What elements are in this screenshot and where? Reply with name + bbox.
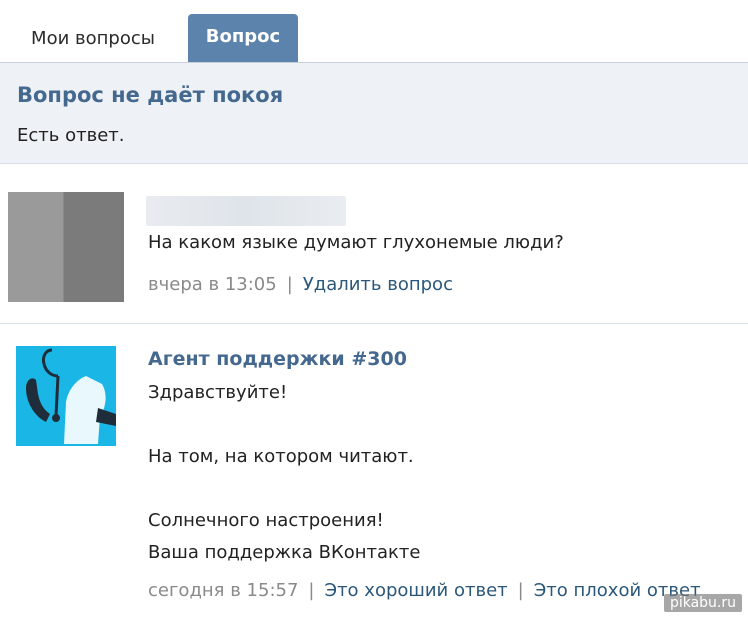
avatar[interactable] [8, 192, 124, 302]
answer-line-body: На том, на котором читают. [148, 446, 414, 467]
answer-line-greeting: Здравствуйте! [148, 382, 288, 403]
tab-bar: Мои вопросы Вопрос [0, 0, 748, 63]
question-message: На каком языке думают глухонемые люди? в… [0, 190, 748, 320]
answer-line-signature: Ваша поддержка ВКонтакте [148, 542, 421, 563]
delete-question-link[interactable]: Удалить вопрос [303, 274, 453, 295]
author-name-blurred [146, 196, 346, 226]
answer-time: сегодня в 15:57 [148, 580, 299, 601]
question-header: Вопрос не даёт покоя Есть ответ. [0, 63, 748, 164]
question-text: На каком языке думают глухонемые люди? [148, 232, 564, 253]
question-time: вчера в 13:05 [148, 274, 277, 295]
answer-message: Агент поддержки #300 Здравствуйте! На то… [0, 323, 748, 621]
question-status: Есть ответ. [17, 125, 125, 146]
good-answer-link[interactable]: Это хороший ответ [325, 580, 508, 601]
answer-author[interactable]: Агент поддержки #300 [148, 348, 407, 370]
watermark: pikabu.ru [663, 594, 742, 612]
answer-line-wish: Солнечного настроения! [148, 510, 384, 531]
support-agent-icon [16, 346, 116, 446]
separator: | [308, 580, 315, 601]
page-title: Вопрос не даёт покоя [17, 83, 284, 107]
tab-my-questions[interactable]: Мои вопросы [8, 16, 178, 62]
answer-meta: сегодня в 15:57 | Это хороший ответ | Это пл… [148, 580, 701, 601]
separator: | [517, 580, 524, 601]
avatar[interactable] [16, 346, 116, 446]
question-meta: вчера в 13:05 | Удалить вопрос [148, 274, 453, 295]
separator: | [286, 274, 293, 295]
tab-question[interactable]: Вопрос [188, 14, 298, 62]
